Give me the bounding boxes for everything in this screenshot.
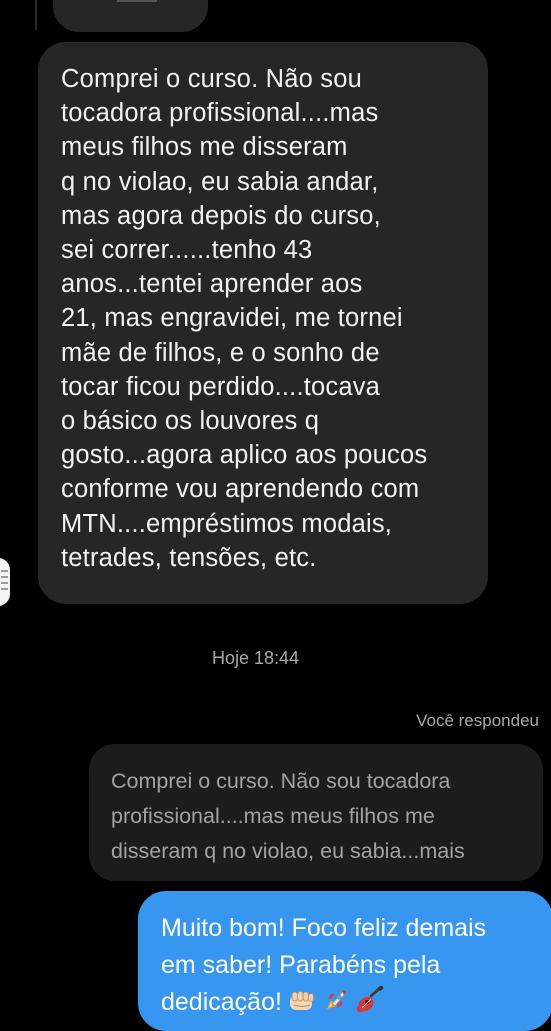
incoming-message-line: tocadora profissional....mas bbox=[61, 99, 379, 128]
incoming-message-line: mãe de filhos, e o sonho de bbox=[61, 338, 380, 367]
reply-label: Você respondeu bbox=[416, 711, 539, 730]
avatar-detail bbox=[1, 576, 8, 578]
incoming-message-line: conforme vou aprendendo com bbox=[61, 475, 420, 504]
quoted-message-line: Comprei o curso. Não sou tocadora bbox=[111, 769, 451, 793]
thread-rule bbox=[35, 0, 37, 30]
incoming-message-line: mas agora depois do curso, bbox=[61, 201, 381, 230]
incoming-message-line: MTN....empréstimos modais, bbox=[61, 509, 393, 538]
rocket-icon bbox=[322, 986, 350, 1025]
outgoing-message-line: em saber! Parabéns pela bbox=[161, 951, 441, 979]
incoming-message-line: 21, mas engravidei, me tornei bbox=[61, 304, 403, 333]
quoted-message-line: profissional....mas meus filhos me bbox=[111, 804, 435, 828]
quoted-message-line: disseram q no violao, eu sabia...mais bbox=[111, 839, 465, 863]
outgoing-message-bubble[interactable]: Muito bom! Foco feliz demais em saber! P… bbox=[138, 891, 551, 1031]
incoming-message-line: gosto...agora aplico aos poucos bbox=[61, 441, 428, 470]
guitar-icon bbox=[355, 985, 385, 1025]
message-timestamp: Hoje 18:44 bbox=[211, 648, 300, 668]
incoming-message-line: anos...tentei aprender aos bbox=[61, 270, 363, 299]
fist-bump-icon bbox=[287, 988, 317, 1025]
incoming-message-line: sei correr......tenho 43 bbox=[61, 236, 313, 265]
incoming-message-line: o básico os louvores q bbox=[61, 407, 320, 436]
sender-avatar[interactable] bbox=[0, 558, 10, 606]
avatar-detail bbox=[1, 570, 8, 572]
incoming-message-line: meus filhos me disseram bbox=[61, 133, 348, 162]
outgoing-message-last-line: dedicação! bbox=[161, 984, 543, 1025]
previous-message-fragment bbox=[117, 0, 157, 2]
avatar-detail bbox=[1, 588, 8, 590]
incoming-message-line: tetrades, tensões, etc. bbox=[61, 543, 317, 572]
avatar-detail bbox=[1, 582, 8, 584]
quoted-message-bubble[interactable]: Comprei o curso. Não sou tocadora profis… bbox=[89, 744, 543, 881]
incoming-message-bubble[interactable]: Comprei o curso. Não sou tocadora profis… bbox=[38, 42, 488, 604]
incoming-message-line: tocar ficou perdido....tocava bbox=[61, 372, 381, 401]
outgoing-message-line: Muito bom! Foco feliz demais bbox=[161, 914, 487, 942]
outgoing-message-line: dedicação! bbox=[161, 988, 282, 1016]
previous-message-bubble[interactable] bbox=[53, 0, 208, 32]
incoming-message-line: q no violao, eu sabia andar, bbox=[61, 167, 379, 196]
incoming-message-line: Comprei o curso. Não sou bbox=[61, 65, 363, 93]
